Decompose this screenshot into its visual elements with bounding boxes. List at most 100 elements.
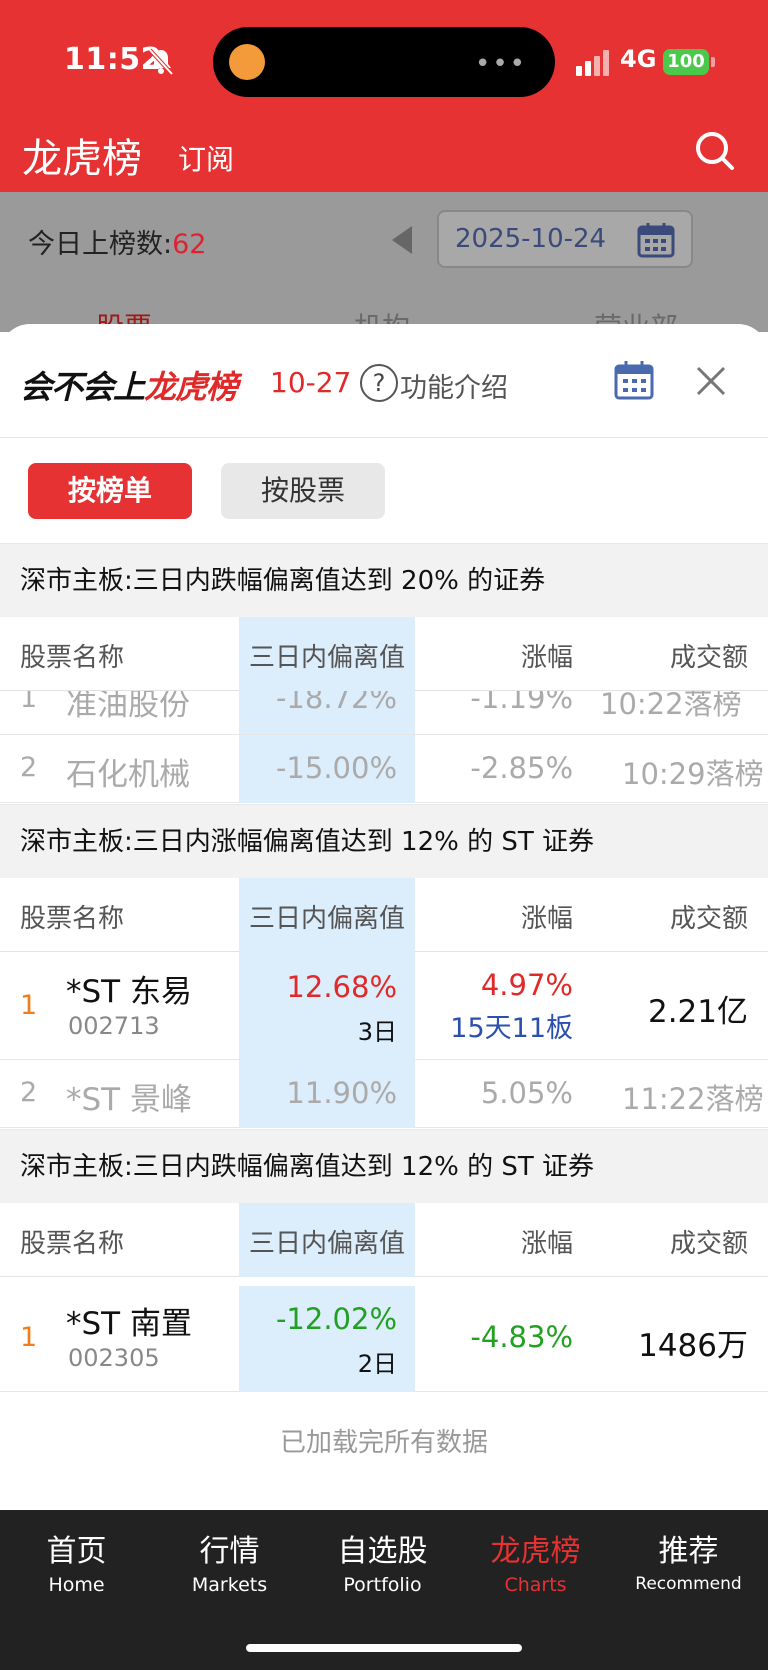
subscribe-link[interactable]: 订阅 (178, 138, 234, 178)
calendar-icon[interactable] (614, 360, 654, 400)
header-name: 股票名称 (20, 1229, 125, 1259)
brand-text-red: 龙虎榜 (144, 368, 238, 406)
stock-name: *ST 景峰 (66, 1082, 192, 1118)
header-amount: 成交额 (669, 904, 748, 934)
stock-name: 石化机械 (66, 757, 190, 793)
row-rank: 1 (20, 1322, 38, 1353)
table-header: 股票名称 三日内偏离值 涨幅 成交额 (0, 878, 768, 952)
nav-portfolio-sublabel: Portfolio (343, 1574, 422, 1596)
prev-date-icon[interactable] (392, 226, 412, 254)
header-amount: 成交额 (669, 643, 748, 673)
header-amount: 成交额 (669, 1229, 748, 1259)
row-rank: 2 (20, 1077, 38, 1108)
change-value: -4.83% (470, 1320, 573, 1354)
nav-charts-sublabel: Charts (504, 1574, 567, 1596)
header-deviation: 三日内偏离值 (248, 643, 405, 673)
today-count-value: 62 (172, 229, 207, 260)
bell-muted-icon (148, 48, 174, 76)
deviation-value: -12.02% (275, 1302, 397, 1336)
table-row[interactable]: 1 *ST 东易 002713 12.68% 3日 4.97% 15天11板 2… (0, 952, 768, 1060)
table-row[interactable]: 1 准油股份 -18.72% -1.19% 10:22落榜 (0, 691, 768, 735)
help-icon[interactable]: ? (360, 364, 398, 402)
section-title: 深市主板:三日内涨幅偏离值达到 12% 的 ST 证券 (0, 804, 768, 878)
stock-code: 002713 (68, 1012, 160, 1040)
stock-name: *ST 东易 (66, 974, 192, 1010)
amount-value: 1486万 (638, 1328, 748, 1364)
nav-portfolio[interactable]: 自选股 Portfolio (306, 1526, 459, 1596)
close-icon[interactable] (694, 364, 728, 398)
header-deviation: 三日内偏离值 (248, 1229, 405, 1259)
nav-recommend-sublabel: Recommend (635, 1574, 742, 1594)
sheet-header: 会不会上龙虎榜 10-27 ? 功能介绍 (0, 324, 768, 438)
feature-intro-link[interactable]: 功能介绍 (400, 366, 508, 405)
table-row[interactable]: 2 石化机械 -15.00% -2.85% 10:29落榜 (0, 735, 768, 803)
deviation-days: 2日 (357, 1350, 397, 1378)
delisted-time: 10:22落榜 (600, 691, 742, 721)
brand-text-black: 会不会上 (20, 368, 145, 406)
deviation-days: 3日 (357, 1018, 397, 1046)
battery-icon: 100 (663, 49, 709, 75)
table-header: 股票名称 三日内偏离值 涨幅 成交额 (0, 1203, 768, 1277)
home-indicator[interactable] (246, 1644, 522, 1652)
segment-by-list[interactable]: 按榜单 (28, 463, 192, 519)
header-name: 股票名称 (20, 643, 125, 673)
nav-home[interactable]: 首页 Home (0, 1526, 153, 1596)
change-value: 4.97% (480, 968, 573, 1002)
nav-charts[interactable]: 龙虎榜 Charts (459, 1526, 612, 1596)
deviation-value: 12.68% (286, 970, 397, 1004)
section-title: 深市主板:三日内跌幅偏离值达到 20% 的证券 (0, 543, 768, 617)
row-rank: 2 (20, 752, 38, 783)
row-rank: 1 (20, 691, 38, 714)
delisted-time: 11:22落榜 (622, 1082, 764, 1116)
page-title: 龙虎榜 (22, 136, 142, 182)
nav-recommend[interactable]: 推荐 Recommend (612, 1526, 765, 1594)
today-count: 今日上榜数:62 (28, 222, 206, 261)
battery-tip (711, 57, 715, 67)
deviation-value: -18.72% (275, 691, 397, 715)
row-rank: 1 (20, 990, 38, 1021)
footer-note: 已加载完所有数据 (279, 1428, 488, 1458)
header-change: 涨幅 (520, 904, 573, 934)
delisted-time: 10:29落榜 (622, 757, 764, 791)
signal-icon (576, 50, 609, 76)
header-change: 涨幅 (520, 1229, 573, 1259)
segment-by-stock[interactable]: 按股票 (221, 463, 385, 519)
more-dots-icon: ••• (474, 49, 527, 79)
change-value: -1.19% (470, 691, 573, 715)
nav-markets[interactable]: 行情 Markets (153, 1526, 306, 1596)
stock-name: 准油股份 (66, 691, 190, 723)
network-type: 4G (620, 45, 657, 73)
header-name: 股票名称 (20, 904, 125, 934)
sheet-brand: 会不会上龙虎榜 (20, 362, 238, 408)
deviation-value: -15.00% (275, 751, 397, 785)
section-title: 深市主板:三日内跌幅偏离值达到 12% 的 ST 证券 (0, 1129, 768, 1203)
amount-value: 2.21亿 (647, 994, 748, 1030)
change-value: -2.85% (470, 751, 573, 785)
mail-app-icon (229, 44, 265, 80)
header-change: 涨幅 (520, 643, 573, 673)
today-count-label: 今日上榜数: (28, 229, 173, 260)
table-row[interactable]: 1 *ST 南置 002305 -12.02% 2日 -4.83% 1486万 (0, 1286, 768, 1392)
search-icon[interactable] (690, 126, 740, 176)
stock-code: 002305 (68, 1344, 160, 1372)
change-value: 5.05% (480, 1076, 573, 1110)
nav-portfolio-label: 自选股 (337, 1534, 428, 1569)
deviation-value: 11.90% (286, 1076, 397, 1110)
nav-markets-label: 行情 (199, 1534, 260, 1569)
sheet-date: 10-27 (270, 366, 352, 399)
calendar-icon (637, 223, 675, 258)
stock-name: *ST 南置 (66, 1306, 192, 1342)
table-header: 股票名称 三日内偏离值 涨幅 成交额 (0, 617, 768, 691)
nav-recommend-label: 推荐 (658, 1534, 719, 1569)
status-bar: 11:52 ••• 4G 100 (0, 0, 768, 120)
nav-markets-sublabel: Markets (191, 1574, 268, 1596)
nav-home-label: 首页 (46, 1534, 107, 1569)
table-row[interactable]: 2 *ST 景峰 11.90% 5.05% 11:22落榜 (0, 1060, 768, 1128)
header-deviation: 三日内偏离值 (248, 904, 405, 934)
date-value: 2025-10-24 (455, 224, 607, 254)
limit-up-streak: 15天11板 (450, 1013, 573, 1044)
dynamic-island: ••• (213, 27, 555, 97)
date-picker[interactable]: 2025-10-24 (437, 210, 693, 268)
nav-charts-label: 龙虎榜 (490, 1534, 581, 1569)
nav-home-sublabel: Home (48, 1574, 105, 1596)
